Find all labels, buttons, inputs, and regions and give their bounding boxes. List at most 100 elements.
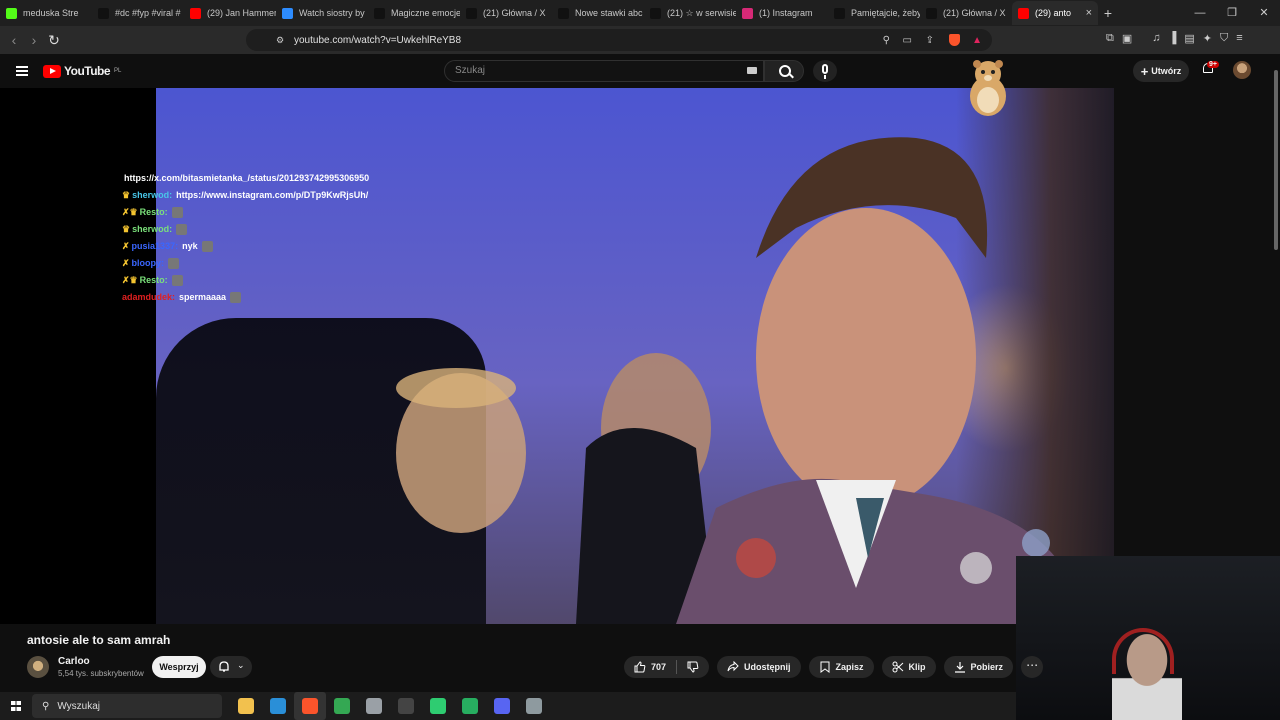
back-icon[interactable]: ‹	[4, 32, 24, 48]
new-tab-icon[interactable]: +	[1098, 5, 1118, 21]
chat-username: Resto:	[139, 275, 168, 285]
thumbs-down-icon	[687, 661, 699, 673]
browser-tab[interactable]: (1) Instagram	[736, 1, 828, 25]
menu-hamburger-icon[interactable]	[16, 66, 28, 76]
close-window-icon[interactable]: ✕	[1248, 0, 1280, 26]
screenshot-icon[interactable]: ▣	[1122, 32, 1132, 45]
menu-icon[interactable]: ≡	[1236, 32, 1242, 45]
search-button[interactable]	[764, 60, 804, 82]
brave-rewards-icon[interactable]: ▲	[972, 35, 982, 46]
taskbar-app[interactable]	[262, 692, 294, 720]
browser-tab[interactable]: (29) Jan Hammer	[184, 1, 276, 25]
browser-tab-label: (21) ☆ w serwisie	[667, 7, 736, 18]
youtube-icon	[190, 7, 201, 19]
restore-icon[interactable]: ❐	[1216, 0, 1248, 26]
taskbar-app[interactable]	[294, 692, 326, 720]
browser-tab[interactable]: (21) ☆ w serwisie	[644, 1, 736, 25]
chevron-down-icon: ⌄	[237, 660, 245, 670]
tiktok-icon	[98, 7, 109, 19]
taskbar-search[interactable]: ⚲ Wyszukaj	[32, 694, 222, 718]
chat-message: ♛ sherwod:	[122, 221, 369, 238]
keyboard-icon[interactable]	[747, 67, 757, 74]
brave-shield-icon[interactable]	[949, 34, 960, 46]
search-input[interactable]: Szukaj	[444, 60, 764, 82]
save-bookmark-icon	[820, 661, 830, 673]
taskbar-app[interactable]	[358, 692, 390, 720]
subscriber-count: 5,54 tys. subskrybentów	[58, 669, 144, 678]
taskbar-app[interactable]	[518, 692, 550, 720]
browser-tab[interactable]: (21) Główna / X	[460, 1, 552, 25]
taskbar-app[interactable]	[230, 692, 262, 720]
vpn-icon[interactable]: ⛉	[1220, 32, 1228, 45]
share-button[interactable]: Udostępnij	[717, 656, 801, 678]
minimize-icon[interactable]: —	[1184, 0, 1216, 26]
chat-badge: ✗	[122, 241, 130, 251]
channel-avatar[interactable]	[27, 656, 49, 678]
clip-label: Klip	[908, 662, 926, 672]
obs-icon	[398, 698, 414, 714]
browser-tab-label: Magiczne emocje	[391, 8, 460, 18]
forward-icon[interactable]: ›	[24, 32, 44, 48]
discord-icon	[494, 698, 510, 714]
more-actions-icon[interactable]: ⋯	[1021, 656, 1044, 678]
subscription-bell-button[interactable]: ⌄	[210, 656, 252, 678]
browser-tab-label: (29) Jan Hammer	[207, 8, 276, 18]
browser-tab[interactable]: Nowe stawki abc	[552, 1, 644, 25]
chat-username: sherwod:	[132, 190, 173, 200]
clip-button[interactable]: Klip	[881, 656, 936, 678]
youtube-logo-text: YouTube	[64, 64, 111, 78]
browser-tab[interactable]: meduska Stre	[0, 1, 92, 25]
edge-icon	[270, 698, 286, 714]
video-player[interactable]: https://x.com/bitasmietanka_/status/2012…	[0, 88, 1114, 624]
youtube-play-icon	[43, 64, 61, 78]
browser-tab[interactable]: (29) anto ×	[1012, 1, 1098, 25]
chat-message: ♛ sherwod: https://www.instagram.com/p/DTp…	[122, 187, 369, 204]
windows-taskbar: ⚲ Wyszukaj	[0, 692, 1016, 720]
browser-tab[interactable]: (21) Główna / X	[920, 1, 1012, 25]
taskbar-app[interactable]	[486, 692, 518, 720]
browser-tab[interactable]: #dc #fyp #viral #	[92, 1, 184, 25]
wallet-icon[interactable]: ▤	[1184, 32, 1194, 45]
browser-tab-label: #dc #fyp #viral #	[115, 8, 181, 18]
save-label: Zapisz	[835, 662, 864, 672]
taskbar-app[interactable]	[454, 692, 486, 720]
browser-tab-label: Nowe stawki abc	[575, 8, 643, 18]
chat-emote-icon	[168, 258, 180, 269]
zoom-icon[interactable]: ⚲	[883, 35, 890, 46]
create-button[interactable]: + Utwórz	[1133, 60, 1189, 82]
chat-emote-icon	[201, 241, 213, 252]
chat-username: bloopy:	[131, 258, 165, 268]
dislike-button[interactable]	[677, 656, 709, 678]
media-icon[interactable]: ♫	[1152, 32, 1160, 45]
browser-tab-label: (21) Główna / X	[483, 8, 546, 18]
reload-icon[interactable]: ↻	[44, 32, 64, 49]
start-windows-icon[interactable]	[0, 692, 32, 720]
taskbar-app[interactable]	[422, 692, 454, 720]
site-settings-icon[interactable]: ⚙	[276, 35, 284, 46]
url-field[interactable]: ⚙ youtube.com/watch?v=UwkehlReYB8 ⚲ ▭ ⇪ …	[246, 29, 992, 51]
like-button[interactable]: 707	[624, 656, 676, 678]
youtube-logo[interactable]: YouTube PL	[43, 64, 121, 78]
close-tab-icon[interactable]: ×	[1086, 7, 1092, 19]
leo-icon[interactable]: ✦	[1203, 32, 1212, 45]
page-scrollbar[interactable]	[1274, 70, 1278, 250]
browser-tab[interactable]: Watch siostry by	[276, 1, 368, 25]
chat-message: adamdudek: spermaaaa	[122, 289, 369, 306]
taskbar-app[interactable]	[390, 692, 422, 720]
download-button[interactable]: Pobierz	[943, 656, 1014, 678]
extensions-icon[interactable]: ⧉	[1106, 32, 1114, 45]
video-person	[396, 137, 1114, 624]
taskbar-app[interactable]	[326, 692, 358, 720]
share-icon[interactable]: ⇪	[926, 35, 934, 46]
voice-search-icon[interactable]	[813, 60, 837, 82]
save-button[interactable]: Zapisz	[808, 656, 874, 678]
channel-name[interactable]: Carloo	[58, 656, 90, 667]
account-avatar[interactable]	[1233, 61, 1251, 79]
sidebar-icon[interactable]: ▐	[1169, 32, 1177, 45]
taskbar-search-label: Wyszukaj	[57, 700, 101, 712]
browser-tab[interactable]: Pamiętajcie, żeby	[828, 1, 920, 25]
video-actions: 707 Udostępnij Zapisz Klip Pobierz ⋯	[624, 656, 1044, 678]
browser-tab[interactable]: Magiczne emocje	[368, 1, 460, 25]
join-button[interactable]: Wesprzyj	[152, 656, 206, 678]
cast-icon[interactable]: ▭	[903, 35, 912, 46]
